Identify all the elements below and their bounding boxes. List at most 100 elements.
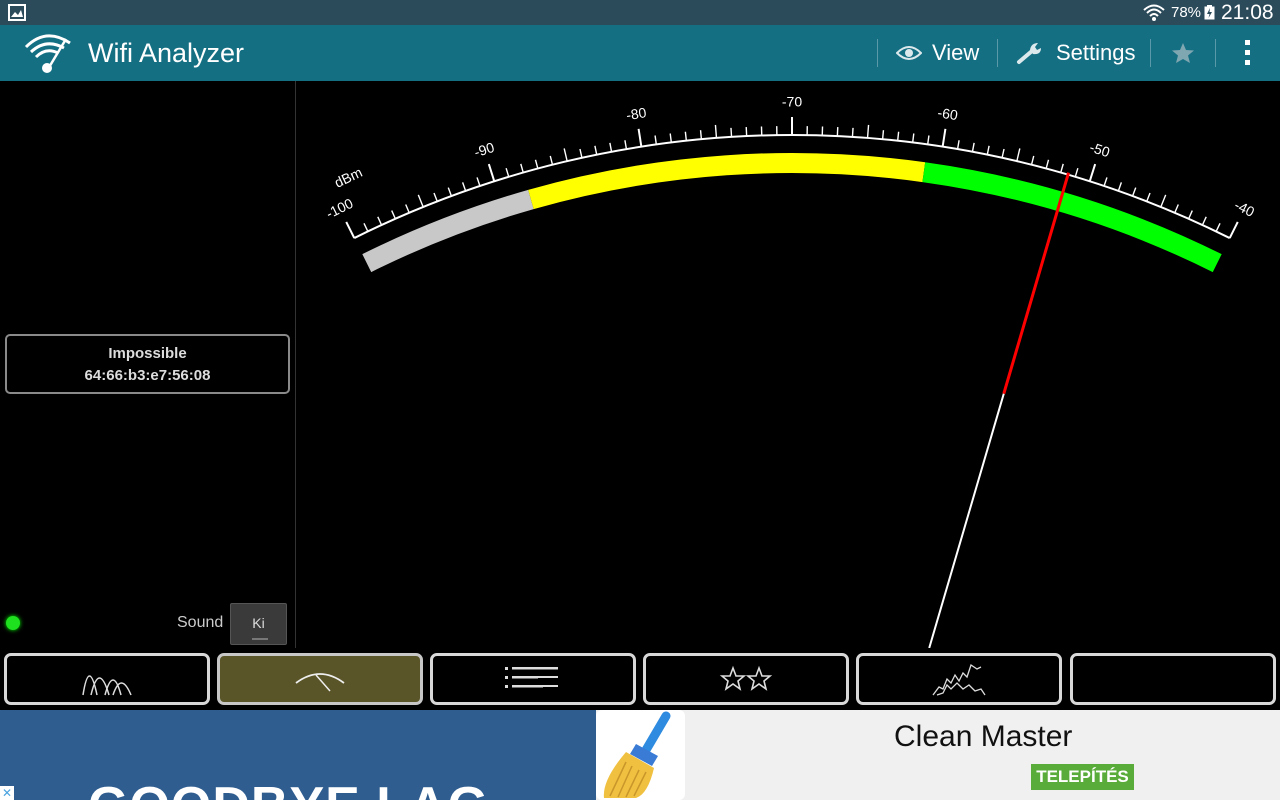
- meter-tick-label: -70: [782, 94, 802, 110]
- action-bar: Wifi Analyzer View Settings: [0, 25, 1280, 81]
- view-button[interactable]: View: [896, 25, 979, 81]
- meter-zones: [362, 153, 1222, 273]
- meter-minor-tick: [684, 131, 688, 141]
- sound-toggle[interactable]: Ki: [230, 603, 287, 645]
- meter-minor-tick: [505, 167, 510, 177]
- meter-minor-tick: [1001, 148, 1005, 158]
- meter-minor-tick: [447, 187, 453, 197]
- selected-ap-box[interactable]: Impossible 64:66:b3:e7:56:08: [5, 334, 290, 394]
- meter-minor-tick: [461, 182, 467, 192]
- gallery-icon: [8, 4, 26, 21]
- favorite-button[interactable]: [1171, 25, 1195, 81]
- action-separator: [877, 39, 878, 67]
- meter-minor-tick: [594, 145, 598, 155]
- meter-unit-label: dBm: [332, 164, 365, 191]
- settings-button[interactable]: Settings: [1016, 25, 1136, 81]
- overflow-menu-button[interactable]: [1240, 25, 1254, 81]
- ad-install-button[interactable]: TELEPÍTÉS: [1031, 764, 1134, 790]
- meter-major-tick: [941, 128, 947, 147]
- meter-minor-tick: [1030, 155, 1035, 165]
- ap-ssid: Impossible: [108, 345, 187, 362]
- meter-minor-tick: [956, 140, 960, 150]
- meter-minor-tick: [579, 148, 583, 158]
- sound-label: Sound: [177, 614, 224, 631]
- tab-signal-meter[interactable]: [217, 653, 423, 705]
- meter-major-tick: [345, 221, 356, 239]
- meter-minor-tick: [1131, 187, 1137, 197]
- meter-minor-tick: [881, 130, 885, 140]
- meter-minor-tick: [851, 127, 854, 137]
- meter-minor-tick: [911, 133, 915, 143]
- meter-major-tick: [1088, 163, 1097, 182]
- meter-tick-label: -50: [1088, 139, 1112, 160]
- meter-minor-tick: [1188, 210, 1193, 220]
- meter-minor-tick: [433, 192, 438, 202]
- meter-minor-tick: [520, 163, 524, 173]
- view-button-label: View: [932, 40, 980, 65]
- wifi-icon: [1143, 4, 1165, 21]
- signal-status-indicator: [6, 616, 20, 630]
- channel-graph-icon: [82, 675, 132, 696]
- meter-minor-tick: [1146, 192, 1151, 202]
- meter-minor-tick: [377, 216, 383, 226]
- meter-minor-tick: [1074, 167, 1079, 177]
- meter-minor-tick: [417, 194, 424, 208]
- meter-minor-tick: [730, 127, 733, 137]
- ad-app-title: Clean Master: [894, 720, 1073, 753]
- meter-minor-tick: [534, 159, 539, 169]
- wrench-icon: [1017, 43, 1041, 64]
- meter-minor-tick: [476, 177, 481, 187]
- meter-minor-tick: [609, 142, 613, 152]
- meter-minor-tick: [1174, 204, 1179, 214]
- meter-minor-tick: [405, 204, 410, 214]
- meter-zone: [922, 162, 1222, 273]
- ap-panel: Impossible 64:66:b3:e7:56:08 Sound Ki: [0, 81, 296, 648]
- meter-minor-tick: [699, 130, 703, 140]
- meter-minor-tick: [714, 124, 718, 138]
- overflow-menu-icon: [1245, 40, 1250, 65]
- ad-banner[interactable]: GOODBYE LAG ✕ Clean Master TELEPÍTÉS: [0, 710, 1280, 800]
- ap-bssid: 64:66:b3:e7:56:08: [84, 367, 211, 384]
- star-icon: [1172, 43, 1194, 63]
- meter-minor-tick: [363, 223, 369, 232]
- meter-needle-tip: [1002, 172, 1071, 395]
- action-separator: [1215, 39, 1216, 67]
- action-separator: [1150, 39, 1151, 67]
- action-separator: [997, 39, 998, 67]
- meter-minor-tick: [1215, 223, 1221, 232]
- meter-needle-shaft: [928, 393, 1005, 648]
- meter-minor-tick: [1117, 182, 1123, 192]
- meter-minor-tick: [986, 145, 990, 155]
- meter-major-tick: [487, 163, 496, 182]
- meter-minor-tick: [1201, 216, 1207, 226]
- signal-meter: -100 -90 -80 -70 -60 -50 -40 dBm: [323, 94, 1257, 648]
- meter-minor-tick: [549, 155, 554, 165]
- meter-minor-tick: [391, 210, 396, 220]
- meter-tick-label: -60: [937, 104, 960, 123]
- meter-tick-label: -40: [1232, 197, 1257, 220]
- meter-tick-label: -100: [323, 195, 355, 222]
- meter-zone: [528, 153, 926, 210]
- tab-channel-rating[interactable]: [643, 653, 849, 705]
- ad-headline: GOODBYE LAG: [88, 776, 489, 800]
- meter-minor-tick: [654, 135, 658, 145]
- wifi-analyzer-logo-icon[interactable]: [22, 31, 74, 75]
- sound-toggle-text: Ki: [252, 615, 265, 631]
- tab-empty[interactable]: [1070, 653, 1276, 705]
- view-tab-bar: [0, 648, 1280, 710]
- tab-channel-graph[interactable]: [4, 653, 210, 705]
- signal-meter-icon: [295, 673, 345, 692]
- ad-close-icon[interactable]: ✕: [0, 786, 14, 800]
- meter-minor-tick: [1160, 194, 1167, 208]
- tab-time-graph[interactable]: [856, 653, 1062, 705]
- meter-minor-tick: [1060, 163, 1064, 173]
- battery-charging-icon: [1204, 5, 1215, 20]
- meter-tick-label: -80: [625, 104, 648, 123]
- meter-minor-tick: [669, 133, 673, 143]
- meter-major-tick: [637, 128, 643, 147]
- meter-minor-tick: [624, 140, 628, 150]
- ad-image[interactable]: GOODBYE LAG: [0, 710, 596, 800]
- tab-ap-list[interactable]: [430, 653, 636, 705]
- status-bar: 78% 21:08: [0, 0, 1280, 25]
- clean-master-broom-icon[interactable]: [596, 710, 685, 800]
